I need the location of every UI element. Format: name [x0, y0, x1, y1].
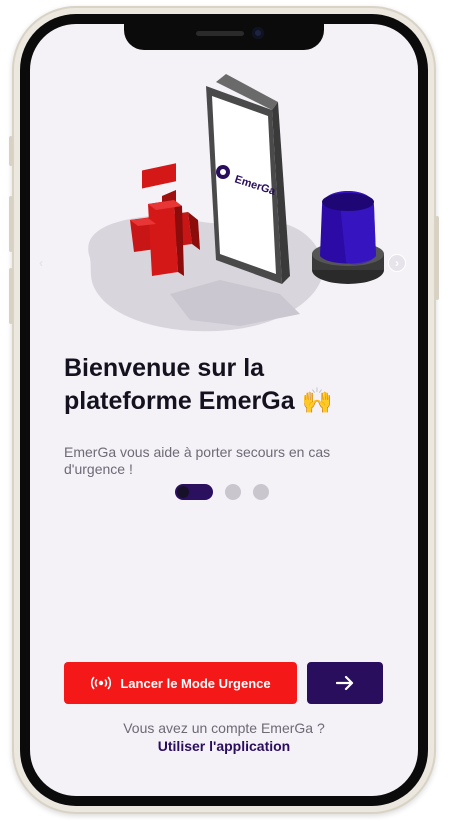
onboarding-illustration: EmerGa [88, 74, 384, 332]
volume-up-button [9, 196, 13, 252]
page-subtitle: EmerGa vous aide à porter secours en cas… [64, 444, 331, 477]
camera-icon [252, 27, 264, 39]
emergency-mode-button[interactable]: Lancer le Mode Urgence [64, 662, 297, 704]
pagination-dots [175, 484, 269, 500]
pagination-dot[interactable] [253, 484, 269, 500]
speaker-grille [196, 31, 244, 36]
broadcast-icon [91, 676, 112, 690]
pagination-dot-active[interactable] [175, 484, 213, 500]
next-button[interactable] [307, 662, 383, 704]
carousel-next-icon[interactable]: › [388, 254, 406, 272]
account-question: Vous avez un compte EmerGa ? [123, 720, 325, 736]
emergency-mode-label: Lancer le Mode Urgence [120, 675, 271, 691]
title-line-1: Bienvenue sur la [64, 354, 265, 382]
mute-switch [9, 136, 13, 166]
siren-icon [312, 191, 384, 284]
raised-hands-icon: 🙌 [301, 387, 333, 415]
pagination-dot[interactable] [225, 484, 241, 500]
title-line-2: plateforme EmerGa [64, 387, 295, 415]
use-app-link[interactable]: Utiliser l'application [30, 738, 418, 754]
volume-down-button [9, 268, 13, 324]
carousel-prev-icon[interactable]: ‹ [32, 254, 50, 272]
power-button [435, 216, 439, 300]
arrow-right-icon [336, 675, 354, 691]
app-screen: EmerGa ‹ › Bienvenue sur la plateforme E… [30, 24, 418, 796]
page-title: Bienvenue sur la plateforme EmerGa 🙌 [64, 352, 384, 418]
